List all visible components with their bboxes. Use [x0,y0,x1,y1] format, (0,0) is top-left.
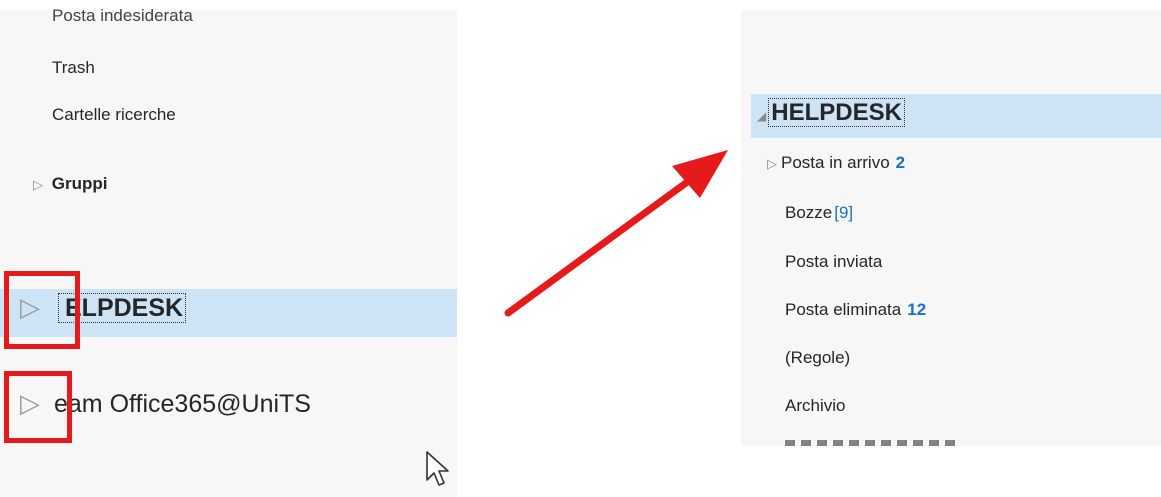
arrow-shaft [504,176,694,317]
annotation-arrow [504,150,728,317]
